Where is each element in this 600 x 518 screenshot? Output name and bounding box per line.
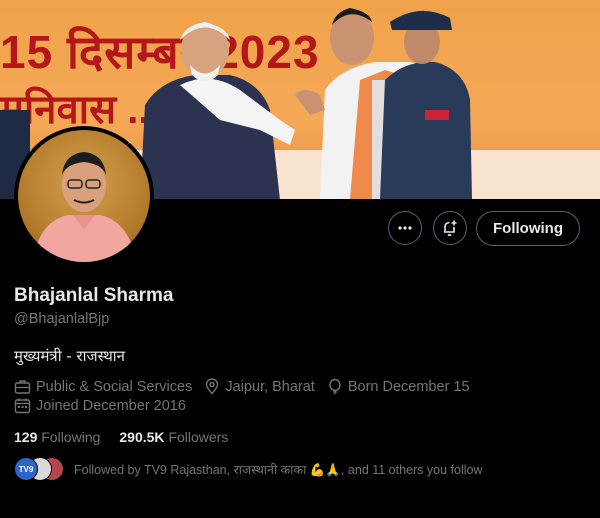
profile-bio: मुख्यमंत्री - राजस्थान	[14, 347, 126, 365]
location-pin-icon	[206, 378, 219, 395]
location-item: Jaipur, Bharat	[204, 378, 315, 395]
more-horizontal-icon	[398, 226, 412, 230]
birthday-item: Born December 15	[327, 378, 470, 395]
profile-meta-row: Public & Social Services Jaipur, Bharat …	[14, 378, 482, 395]
category-text: Public & Social Services	[36, 378, 193, 395]
notifications-button[interactable]	[433, 211, 467, 245]
mutual-avatars: TV9	[14, 457, 64, 481]
bell-plus-icon	[444, 220, 457, 237]
joined-item: Joined December 2016	[14, 397, 186, 414]
joined-text: Joined December 2016	[36, 397, 186, 414]
profile-name: Bhajanlal Sharma	[14, 285, 174, 306]
banner-person-3	[380, 10, 472, 199]
following-label: Following	[41, 429, 101, 445]
location-text: Jaipur, Bharat	[225, 378, 315, 395]
profile-joined-row: Joined December 2016	[14, 397, 198, 414]
following-count: 129	[14, 429, 38, 445]
avatar-portrait	[33, 152, 136, 262]
followers-count: 290.5K	[119, 429, 165, 445]
more-options-button[interactable]	[388, 211, 422, 245]
followers-label: Followers	[168, 429, 229, 445]
mutual-avatar-tv9: TV9	[14, 457, 38, 481]
followed-by-row[interactable]: TV9 Followed by TV9 Rajasthan, राजस्थानी…	[14, 457, 483, 481]
followers-count-link[interactable]: 290.5K Followers	[119, 429, 228, 445]
follow-stats: 129 Following 290.5K Followers	[14, 429, 247, 445]
birthday-text: Born December 15	[347, 378, 470, 395]
category-item: Public & Social Services	[14, 378, 192, 395]
avatar-image	[18, 130, 150, 262]
balloon-icon	[329, 378, 341, 395]
following-button[interactable]: Following	[476, 211, 580, 246]
calendar-icon	[14, 398, 31, 414]
profile-handle: @BhajanlalBjp	[14, 311, 110, 327]
profile-avatar[interactable]	[14, 126, 154, 266]
following-count-link[interactable]: 129 Following	[14, 429, 100, 445]
briefcase-icon	[14, 380, 31, 394]
followed-by-text: Followed by TV9 Rajasthan, राजस्थानी काक…	[74, 462, 483, 477]
